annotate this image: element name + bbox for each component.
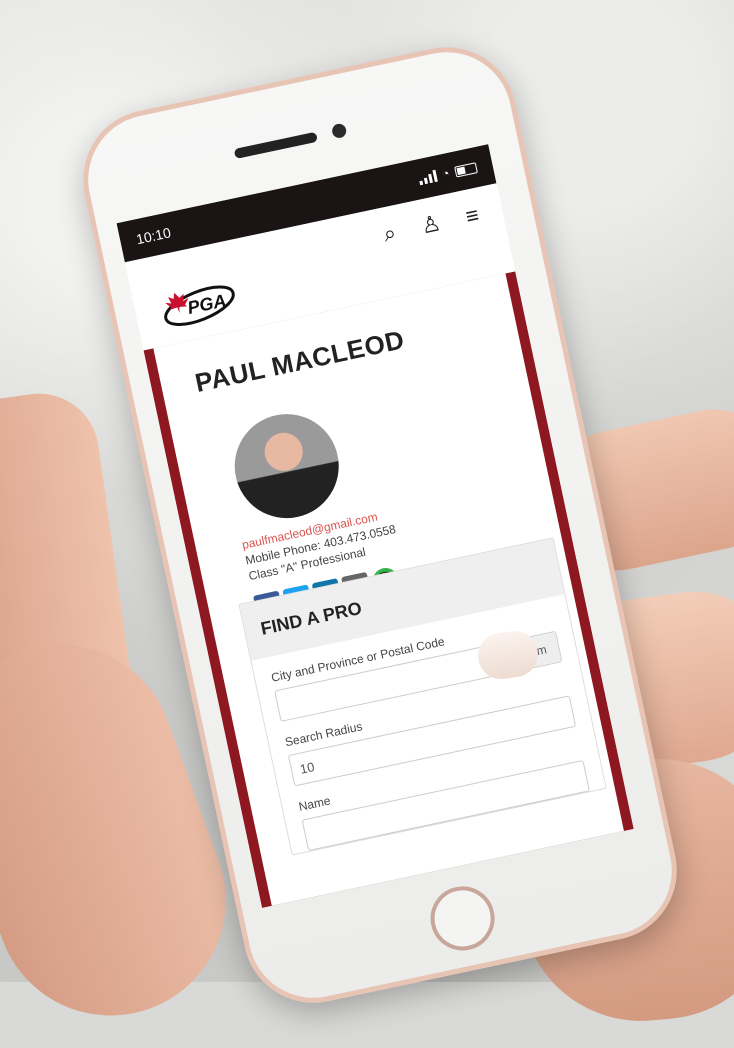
header-actions: ⌕ ♙ ≡ [381,202,481,248]
phone-container: 10:10 ◔ PGA ⌕ ♙ ≡ PAUL MACLEOD paulfmacl… [0,0,734,1016]
home-button[interactable] [424,880,501,957]
status-time: 10:10 [134,224,173,248]
menu-icon[interactable]: ≡ [463,202,481,230]
signal-icon [417,169,438,186]
phone: 10:10 ◔ PGA ⌕ ♙ ≡ PAUL MACLEOD paulfmacl… [70,34,690,1016]
pga-logo[interactable]: PGA [156,270,244,334]
main-content: PAUL MACLEOD paulfmacleod@gmail.com Mobi… [143,271,634,908]
profile-card: PAUL MACLEOD paulfmacleod@gmail.com Mobi… [153,273,634,908]
user-icon[interactable]: ♙ [419,210,444,240]
phone-screen: 10:10 ◔ PGA ⌕ ♙ ≡ PAUL MACLEOD paulfmacl… [116,144,634,908]
radius-value: 10 [298,758,316,777]
battery-icon [454,161,478,178]
search-icon[interactable]: ⌕ [381,220,398,248]
wifi-icon: ◔ [440,166,451,182]
avatar [225,404,349,528]
front-camera [330,122,348,140]
location-value [278,704,286,706]
earpiece [233,131,318,159]
status-icons: ◔ [417,160,478,186]
find-a-pro-panel: FIND A PRO City and Province or Postal C… [238,537,607,856]
